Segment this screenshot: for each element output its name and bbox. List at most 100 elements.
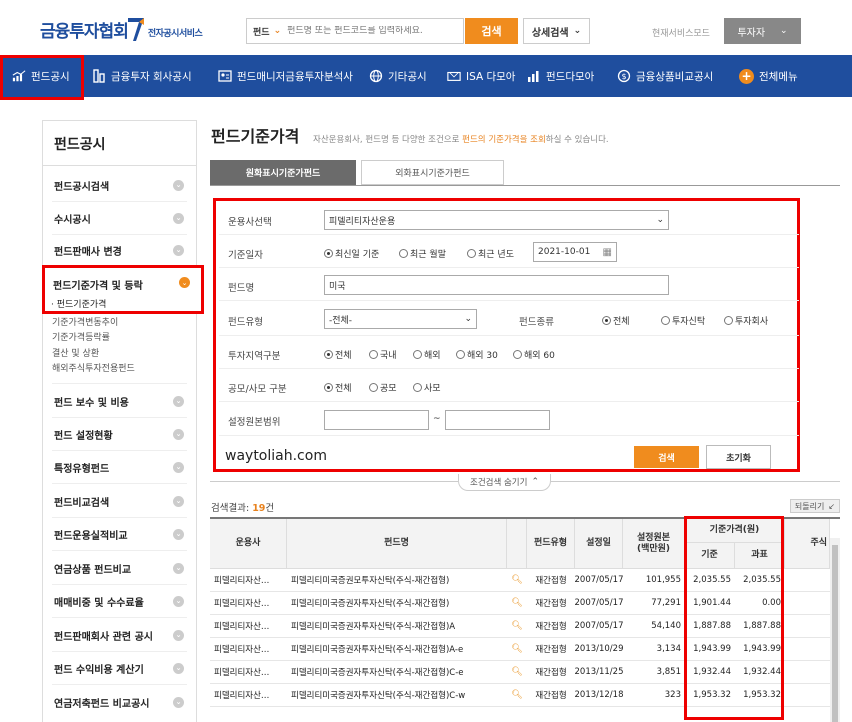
cell-name[interactable]: 피델리티미국증권자투자신탁(주식-재간접형) [287, 592, 507, 615]
expand-icon: ↙ [828, 501, 836, 511]
sidebar-item-special-type[interactable]: 특정유형펀드 ⌄ [43, 451, 196, 483]
company-select[interactable]: 피델리티자산운용 ⌄ [324, 210, 669, 230]
search-type-select[interactable]: 펀드 ⌄ [247, 19, 287, 43]
cell-name[interactable]: 피델리티미국증권자투자신탁(주식-재간접형)A [287, 615, 507, 638]
page-description: 자산운용회사, 펀드명 등 다양한 조건으로 펀드의 기준가격을 조회하실 수 … [313, 133, 609, 145]
fund-kind-radio-trust[interactable]: 투자신탁 [661, 314, 705, 327]
chevron-down-icon: ⌄ [656, 215, 664, 225]
nav-item-isa-damoa[interactable]: ISA 다모아 [439, 55, 519, 97]
back-button[interactable]: 되돌리기 ↙ [790, 499, 840, 513]
sidebar-item-pension-compare[interactable]: 연금상품 펀드비교 ⌄ [43, 552, 196, 584]
magnifier-icon[interactable]: 🔍︎ [507, 615, 527, 638]
magnifier-icon[interactable]: 🔍︎ [507, 592, 527, 615]
search-type-label: 펀드 [253, 27, 270, 38]
form-row-offer: 공모/사모 구분 전체 공모 사모 [219, 370, 799, 402]
offer-radio-public[interactable]: 공모 [369, 381, 397, 394]
desc-highlight: 펀드의 기준가격을 조회 [462, 135, 546, 145]
magnifier-icon[interactable]: 🔍︎ [507, 569, 527, 592]
radio-icon [467, 249, 476, 258]
sidebar-item-fund-search[interactable]: 펀드공시검색 ⌄ [43, 169, 196, 201]
bars-icon [527, 69, 541, 83]
nav-item-manager-analyst[interactable]: 펀드매니저금융투자분석사 [210, 55, 361, 97]
fund-kind-radio-company[interactable]: 투자회사 [724, 314, 768, 327]
nav-item-company-disclosure[interactable]: 금융투자 회사공시 [84, 55, 210, 97]
sidebar-subitem-active[interactable]: · 펀드기준가격 [51, 297, 106, 310]
chevron-up-icon: ⌃ [531, 477, 539, 487]
nav-item-fund-damoa[interactable]: 펀드다모아 [519, 55, 609, 97]
cell-name[interactable]: 피델리티미국증권자투자신탁(주식-재간접형)C-e [287, 661, 507, 684]
cell-name[interactable]: 피델리티미국증권자투자신탁(주식-재간접형)C-w [287, 684, 507, 707]
date-radio-year-end[interactable]: 최근 년도 [467, 247, 514, 260]
sidebar-subitem[interactable]: 해외주식투자전용펀드 [52, 361, 135, 374]
service-mode-select[interactable]: 투자자 ⌄ [724, 18, 801, 44]
sidebar-item-pension-savings[interactable]: 연금저축펀드 비교공시 ⌄ [43, 686, 196, 718]
chevron-down-icon: ⌄ [173, 629, 184, 641]
radio-label: 최근 년도 [478, 250, 514, 260]
form-reset-button[interactable]: 초기화 [706, 445, 771, 469]
sidebar-item-seller-disclosure[interactable]: 펀드판매회사 관련 공시 ⌄ [43, 619, 196, 651]
sidebar-subitem[interactable]: 결산 및 상환 [52, 346, 99, 359]
tab-foreign-fund[interactable]: 외화표시기준가펀드 [361, 160, 504, 185]
radio-icon [369, 383, 378, 392]
th-stock: 주식 [785, 519, 830, 569]
cell-date: 2007/05/17 [575, 592, 623, 615]
result-count-value: 19 [252, 503, 266, 514]
sidebar-item-seller-change[interactable]: 펀드판매사 변경 ⌄ [43, 234, 196, 266]
isa-icon [447, 69, 461, 83]
fund-name-input[interactable]: 미국 [324, 275, 669, 295]
nav-label: 펀드매니저금융투자분석사 [237, 70, 353, 83]
region-radio-domestic[interactable]: 국내 [369, 348, 397, 361]
region-radio-all[interactable]: 전체 [324, 348, 352, 361]
hide-conditions-toggle[interactable]: 조건검색 숨기기 ⌃ [458, 474, 551, 491]
table-scrollbar-thumb[interactable] [832, 545, 838, 722]
logo[interactable]: 금융투자협회 전자공시서비스 [40, 16, 203, 42]
fund-kind-radio-all[interactable]: 전체 [602, 314, 630, 327]
search-button[interactable]: 검색 [465, 18, 518, 44]
nav-item-all-menu[interactable]: + 전체메뉴 [731, 55, 821, 97]
sidebar-subitem[interactable]: 기준가격등락률 [52, 330, 110, 343]
sidebar-item-setup-status[interactable]: 펀드 설정현황 ⌄ [43, 418, 196, 450]
sidebar-item-trade-ratio[interactable]: 매매비중 및 수수료율 ⌄ [43, 585, 196, 617]
date-radio-latest[interactable]: 최신일 기준 [324, 247, 379, 260]
calendar-icon[interactable]: ▦ [603, 247, 612, 258]
sidebar-item-label: 펀드운용실적비교 [54, 530, 128, 542]
fund-type-select[interactable]: -전체- ⌄ [324, 309, 477, 329]
region-radio-overseas-60[interactable]: 해외 60 [513, 348, 555, 361]
form-label: 펀드명 [228, 283, 255, 294]
form-search-button[interactable]: 검색 [634, 446, 699, 468]
range-min-input[interactable] [324, 410, 429, 430]
region-radio-overseas[interactable]: 해외 [413, 348, 441, 361]
sidebar-item-compare-search[interactable]: 펀드비교검색 ⌄ [43, 485, 196, 517]
search-input[interactable] [287, 26, 463, 36]
date-radio-month-end[interactable]: 최근 월말 [399, 247, 446, 260]
sidebar-item-label: 펀드공시검색 [54, 181, 110, 193]
magnifier-icon[interactable]: 🔍︎ [507, 661, 527, 684]
sidebar-item-fee-cost[interactable]: 펀드 보수 및 비용 ⌄ [43, 385, 196, 417]
nav-item-other-disclosure[interactable]: 기타공시 [361, 55, 439, 97]
sidebar-item-occasional[interactable]: 수시공시 ⌄ [43, 202, 196, 234]
offer-radio-all[interactable]: 전체 [324, 381, 352, 394]
nav-item-fund-disclosure-active[interactable]: 펀드공시 [0, 55, 84, 100]
offer-radio-private[interactable]: 사모 [413, 381, 441, 394]
sidebar-item-price-change-active[interactable]: 펀드기준가격 및 등락 ⌄ · 펀드기준가격 [42, 265, 204, 314]
radio-checked-icon [602, 316, 611, 325]
result-count: 검색결과: 19건 [211, 500, 274, 514]
form-row-fund-name: 펀드명 미국 [219, 269, 799, 301]
magnifier-icon[interactable]: 🔍︎ [507, 684, 527, 707]
search-form: 운용사선택 피델리티자산운용 ⌄ 기준일자 최신일 기준 최근 월말 최근 년도 … [213, 198, 800, 472]
advanced-search-button[interactable]: 상세검색 ⌄ [523, 18, 590, 44]
sidebar-item-performance[interactable]: 펀드운용실적비교 ⌄ [43, 518, 196, 550]
cell-type: 재간접형 [527, 661, 575, 684]
region-radio-overseas-30[interactable]: 해외 30 [456, 348, 498, 361]
tab-krw-fund[interactable]: 원화표시기준가펀드 [210, 160, 356, 185]
magnifier-icon[interactable]: 🔍︎ [507, 638, 527, 661]
divider [210, 185, 840, 186]
date-input[interactable]: 2021-10-01 ▦ [533, 242, 617, 262]
range-max-input[interactable] [445, 410, 550, 430]
sidebar-subitem[interactable]: 기준가격변동추이 [52, 315, 118, 328]
radio-icon [369, 350, 378, 359]
sidebar-item-calculator[interactable]: 펀드 수익비용 계산기 ⌄ [43, 652, 196, 684]
cell-name[interactable]: 피델리티미국증권모투자신탁(주식-재간접형) [287, 569, 507, 592]
cell-name[interactable]: 피델리티미국증권자투자신탁(주식-재간접형)A-e [287, 638, 507, 661]
nav-item-product-compare[interactable]: $ 금융상품비교공시 [609, 55, 731, 97]
